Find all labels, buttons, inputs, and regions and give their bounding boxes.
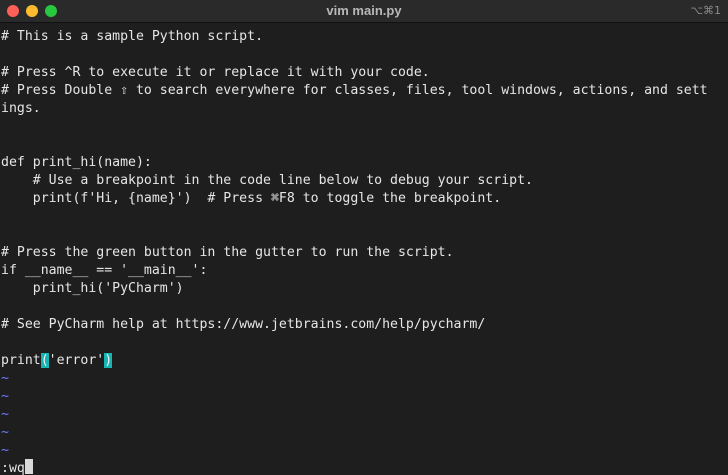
code-line: # Press the green button in the gutter t…	[1, 245, 454, 260]
code-line: # Press ^R to execute it or replace it w…	[1, 65, 430, 80]
code-line: # Use a breakpoint in the code line belo…	[1, 173, 533, 188]
error-string: 'error'	[48, 353, 105, 368]
code-line: # Press Double ⇧ to search everywhere fo…	[1, 83, 708, 98]
title-bar: vim main.py ⌥⌘1	[0, 0, 728, 23]
code-line-print-error: print('error')	[1, 352, 113, 370]
matching-close-paren: )	[104, 353, 113, 368]
command-text: :wq	[1, 461, 25, 475]
print-keyword: print	[1, 353, 41, 368]
vim-editor[interactable]: # This is a sample Python script. # Pres…	[0, 28, 728, 475]
window-shortcut: ⌥⌘1	[690, 4, 721, 17]
empty-line-marker: ~	[1, 407, 9, 422]
terminal-window: vim main.py ⌥⌘1 # This is a sample Pytho…	[0, 0, 728, 475]
empty-line-marker: ~	[1, 425, 9, 440]
code-line: ings.	[1, 101, 41, 116]
vim-command-line[interactable]: :wq	[1, 459, 33, 475]
code-line: # This is a sample Python script.	[1, 29, 264, 44]
code-line: print(f'Hi, {name}') # Press ⌘F8 to togg…	[1, 191, 502, 206]
code-line: if __name__ == '__main__':	[1, 263, 208, 278]
empty-line-marker: ~	[1, 443, 9, 458]
empty-line-marker: ~	[1, 371, 9, 386]
text-cursor	[24, 459, 33, 474]
code-line: print_hi('PyCharm')	[1, 281, 184, 296]
empty-line-marker: ~	[1, 389, 9, 404]
code-line: def print_hi(name):	[1, 155, 152, 170]
code-line: # See PyCharm help at https://www.jetbra…	[1, 317, 486, 332]
window-title: vim main.py	[326, 3, 402, 18]
matching-open-paren: (	[40, 353, 49, 368]
